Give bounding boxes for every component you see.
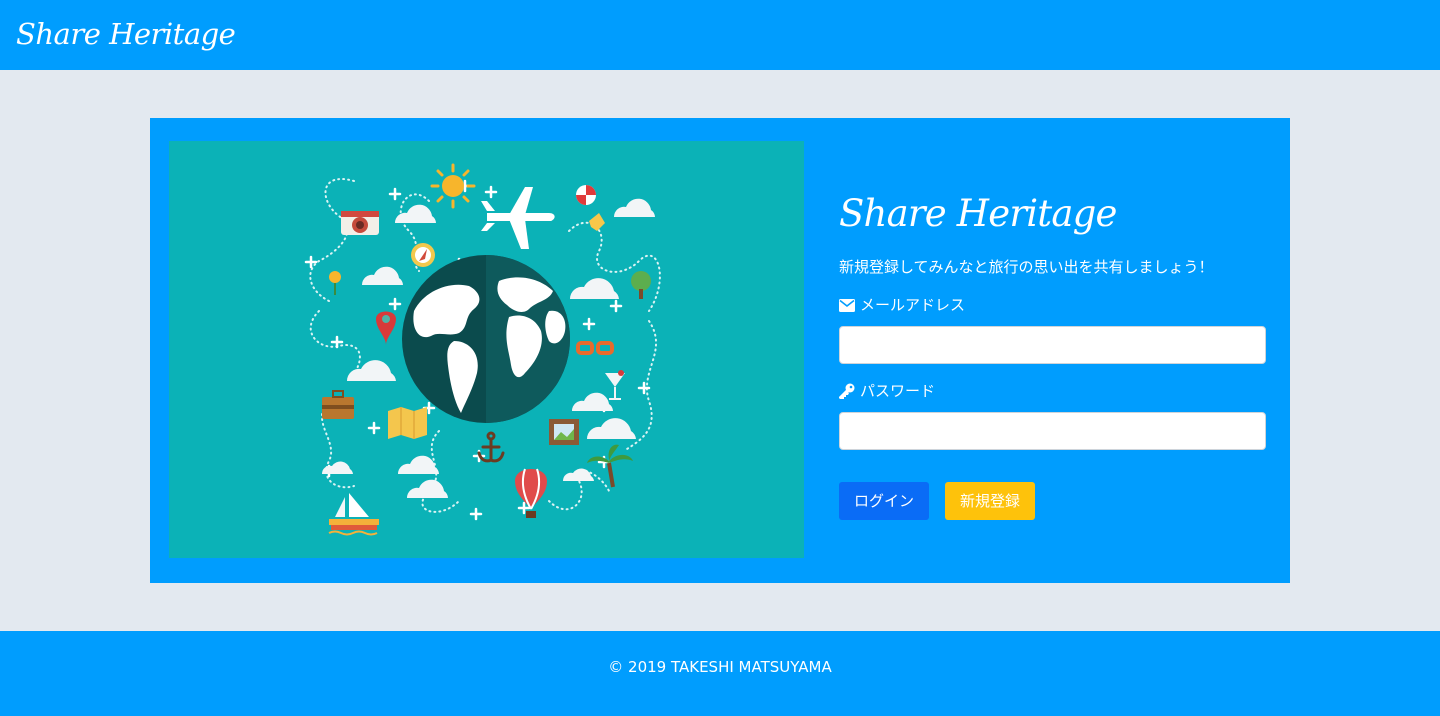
- password-label: パスワード: [839, 380, 935, 402]
- footer-copyright: © 2019 TAKESHI MATSUYAMA: [608, 658, 832, 676]
- password-label-text: パスワード: [860, 382, 936, 400]
- email-label-text: メールアドレス: [860, 296, 966, 314]
- password-field[interactable]: [839, 412, 1266, 450]
- form-title: Share Heritage: [839, 192, 1117, 235]
- travel-globe-illustration: [169, 141, 804, 558]
- email-label: メールアドレス: [839, 294, 965, 316]
- brand-logo[interactable]: Share Heritage: [16, 12, 236, 56]
- key-icon: [839, 383, 855, 399]
- envelope-icon: [839, 298, 855, 312]
- form-lead-text: 新規登録してみんなと旅行の思い出を共有しましょう！: [839, 258, 1214, 276]
- page-footer: © 2019 TAKESHI MATSUYAMA: [0, 631, 1440, 716]
- signup-button[interactable]: 新規登録: [945, 482, 1035, 520]
- login-button[interactable]: ログイン: [839, 482, 929, 520]
- email-field[interactable]: [839, 326, 1266, 364]
- signup-card: Share Heritage 新規登録してみんなと旅行の思い出を共有しましょう！…: [150, 118, 1290, 583]
- signup-form: Share Heritage 新規登録してみんなと旅行の思い出を共有しましょう！…: [839, 118, 1266, 583]
- top-navbar: Share Heritage: [0, 0, 1440, 70]
